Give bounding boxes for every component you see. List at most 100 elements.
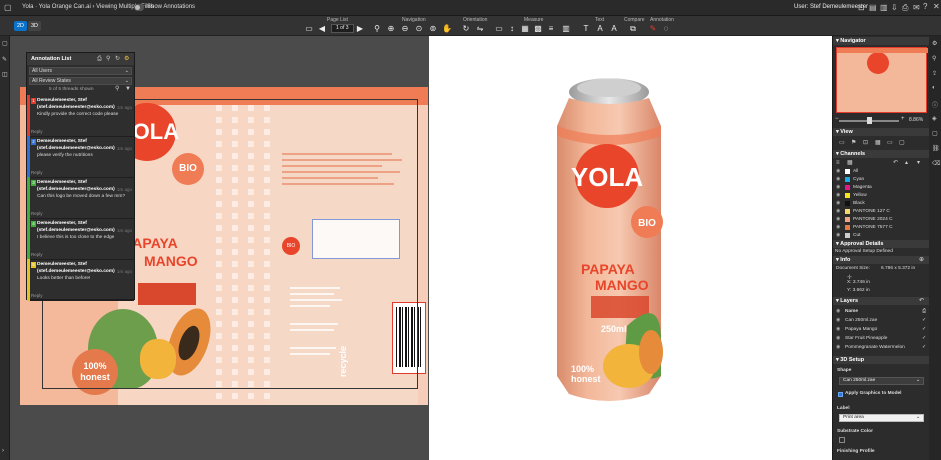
text-select-icon[interactable]: T [581, 24, 591, 34]
navigator-thumbnail[interactable] [836, 47, 928, 113]
view-3d-button[interactable]: 3D [28, 21, 41, 31]
layer-row[interactable]: ◉ Star Fruit Pineapple ✓ [835, 335, 928, 342]
compare-icon[interactable]: ⧉ [628, 24, 638, 34]
eye-icon[interactable]: ◉ [836, 224, 840, 231]
font-icon[interactable]: A [595, 24, 605, 34]
next-page-icon[interactable]: ▶ [355, 24, 365, 34]
check-icon[interactable]: ✓ [922, 317, 926, 324]
filter-icon[interactable]: ⚲ [106, 55, 110, 63]
states-filter-dropdown[interactable]: All Review States ⌄ [29, 77, 132, 85]
navigator-header[interactable]: ▾ Navigator [833, 37, 930, 45]
help-icon[interactable]: ? [923, 3, 927, 11]
view-box-icon[interactable]: ▢ [899, 139, 905, 147]
eye-icon[interactable]: ◉ [836, 344, 840, 351]
palette-icon[interactable]: ◐ [932, 85, 936, 91]
funnel-icon[interactable]: ▼ [125, 85, 131, 93]
channel-row[interactable]: ◉ PANTONE 2024 C [835, 216, 928, 223]
link-icon[interactable]: ⛓ [932, 145, 940, 152]
settings-icon[interactable]: ⚙ [932, 40, 937, 47]
substrate-color-swatch[interactable] [839, 437, 845, 443]
3d-setup-header[interactable]: ▾ 3D Setup [833, 356, 930, 364]
window-icon[interactable]: ▢ [4, 4, 12, 12]
layers-undo-icon[interactable]: ↶ [919, 297, 924, 304]
zoom-out-icon[interactable]: − [835, 116, 839, 122]
pages-icon[interactable]: ▢ [2, 40, 8, 47]
thread-reply-link[interactable]: Reply [31, 252, 43, 257]
refresh-icon[interactable]: ↻ [115, 55, 120, 63]
layers-icon[interactable]: ◈ [932, 115, 937, 122]
zoom-slider-handle[interactable] [867, 117, 872, 124]
share-icon[interactable]: ⇪ [932, 70, 937, 77]
info-icon[interactable]: ⓘ [932, 100, 938, 109]
file-icon[interactable]: ▥ [880, 4, 888, 12]
layer-row[interactable]: ◉ Papaya Mango ✓ [835, 326, 928, 333]
print-icon[interactable]: ⎙ [97, 55, 102, 63]
pin-icon[interactable]: ⚲ [115, 85, 119, 93]
eye-icon[interactable]: ◉ [836, 317, 840, 324]
3d-viewport[interactable]: YOLA BIO PAPAYA MANGO 250ml 100% honest [429, 36, 832, 460]
channels-grid-icon[interactable]: ▦ [847, 159, 853, 167]
zoom-fit-icon[interactable]: ⊙ [414, 24, 424, 34]
eye-icon[interactable]: ◉ [836, 216, 840, 223]
label-select[interactable]: Print area ⌄ [839, 414, 924, 422]
thread-reply-link[interactable]: Reply [31, 129, 43, 134]
check-icon[interactable]: ✓ [922, 344, 926, 351]
users-filter-dropdown[interactable]: All Users ⌄ [29, 67, 132, 75]
view-flag-icon[interactable]: ⚑ [851, 139, 856, 147]
text-size-icon[interactable]: A [609, 24, 619, 34]
search-icon[interactable]: ⚲ [372, 24, 382, 34]
apply-graphics-checkbox[interactable] [838, 392, 843, 397]
annotation-thread[interactable]: 1 Demeulemeester, Stef (stef.demeulemeeste… [27, 95, 134, 137]
print-icon[interactable]: ⎙ [902, 4, 908, 12]
annotation-thread[interactable]: 4 Demeulemeester, Stef (stef.demeulemeeste… [27, 218, 134, 260]
densitometer-icon[interactable]: ▩ [533, 24, 543, 34]
zoom-in-icon[interactable]: ⊕ [386, 24, 396, 34]
document-icon[interactable]: ▤ [869, 4, 877, 12]
channel-row[interactable]: ◉ Yellow [835, 192, 928, 199]
grid-icon[interactable]: ▦ [520, 24, 530, 34]
mail-icon[interactable]: ✉ [913, 4, 920, 12]
prev-page-icon[interactable]: ◀ [317, 24, 327, 34]
eye-icon[interactable]: ◉ [836, 335, 840, 342]
channel-row[interactable]: ◉ Black [835, 200, 928, 207]
eye-icon[interactable]: ◉ [836, 326, 840, 333]
layers-header[interactable]: ▾ Layers [833, 297, 930, 305]
eye-icon[interactable]: ◉ [836, 192, 840, 199]
channel-row[interactable]: ◉ Magenta [835, 184, 928, 191]
info-header[interactable]: ▾ Info [833, 256, 930, 264]
sort-down-icon[interactable]: ▾ [917, 159, 920, 167]
comment-icon[interactable]: ▢ [932, 130, 938, 137]
show-annotations-toggle[interactable] [134, 4, 144, 11]
page-indicator[interactable]: 1 of 3 [331, 24, 354, 33]
thread-reply-link[interactable]: Reply [31, 293, 43, 298]
pen-icon[interactable]: ✎ [648, 24, 658, 34]
eye-icon[interactable]: ◉ [836, 168, 840, 175]
rotate-icon[interactable]: ↻ [461, 24, 471, 34]
undo-icon[interactable]: ↶ [893, 159, 898, 167]
download-icon[interactable]: ⇩ [891, 4, 898, 12]
channel-row[interactable]: ◉ PANTONE 127 C [835, 208, 928, 215]
channel-row[interactable]: ◉ Cut [835, 232, 928, 239]
annotation-list-icon[interactable]: ✎ [2, 56, 7, 63]
thread-reply-link[interactable]: Reply [31, 170, 43, 175]
eye-icon[interactable]: ◉ [836, 208, 840, 215]
check-icon[interactable]: ✓ [922, 326, 926, 333]
layer-row[interactable]: ◉ Pommegranate Watermelon ✓ [835, 344, 928, 351]
comment-icon[interactable]: ◌ [661, 24, 671, 34]
view-panel-icon[interactable]: ▭ [887, 139, 893, 147]
zoom-actual-icon[interactable]: ⊚ [428, 24, 438, 34]
eye-icon[interactable]: ◉ [836, 176, 840, 183]
thread-reply-link[interactable]: Reply [31, 211, 43, 216]
save-icon[interactable]: ⊡ [858, 4, 865, 12]
hand-icon[interactable]: ✋ [442, 24, 452, 34]
view-grid-icon[interactable]: ▦ [875, 139, 881, 147]
target-icon[interactable]: ⊕ [919, 256, 924, 263]
check-icon[interactable]: ✓ [922, 335, 926, 342]
zoom-out-icon[interactable]: ⊖ [400, 24, 410, 34]
channel-row[interactable]: ◉ Cyan [835, 176, 928, 183]
view-header[interactable]: ▾ View [833, 128, 930, 136]
sort-up-icon[interactable]: ▴ [905, 159, 908, 167]
expand-icon[interactable]: › [2, 448, 4, 454]
compare-panel-icon[interactable]: ◫ [2, 71, 8, 78]
view-frame-icon[interactable]: ⊡ [863, 139, 868, 147]
